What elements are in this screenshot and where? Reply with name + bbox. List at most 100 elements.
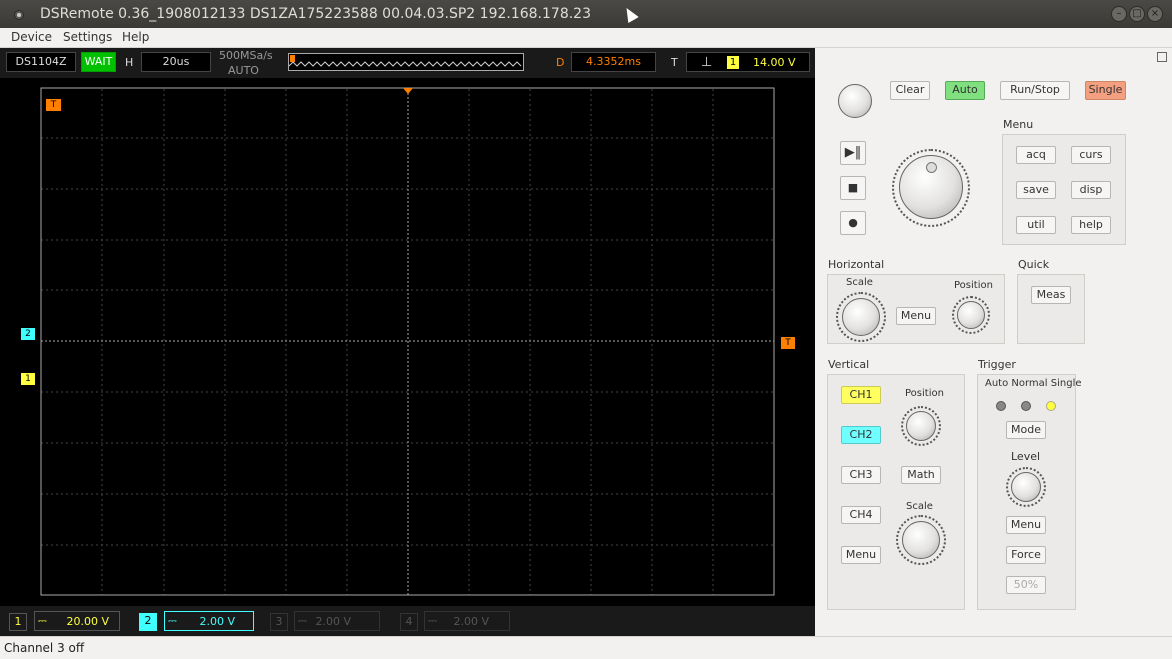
memory-depth-indicator xyxy=(288,53,524,71)
play-pause-icon[interactable]: ▶‖ xyxy=(840,141,866,165)
trigger-mode-button[interactable]: Mode xyxy=(1006,421,1046,439)
ch4-scale-value: 2.00 V xyxy=(453,615,489,628)
horizontal-menu-button[interactable]: Menu xyxy=(896,307,936,325)
force-button[interactable]: Force xyxy=(1006,546,1046,564)
ch2-button[interactable]: CH2 xyxy=(841,426,881,444)
trigger-level-value: 14.00 V xyxy=(753,56,796,69)
memory-waveform xyxy=(289,61,522,67)
ch2-offset-marker[interactable]: 2 xyxy=(21,328,35,340)
dc-coupling-icon: ⎓ xyxy=(428,614,437,627)
vertical-title: Vertical xyxy=(828,358,870,371)
record-icon[interactable]: ● xyxy=(840,211,866,235)
dc-coupling-icon: ⎓ xyxy=(38,614,47,627)
ch1-indicator[interactable]: 1 xyxy=(9,613,27,631)
vertical-position-label: Position xyxy=(905,388,944,399)
ch4-scale-box[interactable]: ⎓ 2.00 V xyxy=(424,611,510,631)
help-button[interactable]: help xyxy=(1071,216,1111,234)
trigger-single-led xyxy=(1046,401,1056,411)
close-icon[interactable]: × xyxy=(1147,6,1163,22)
menu-bar: Device Settings Help xyxy=(0,28,1172,48)
ch4-indicator[interactable]: 4 xyxy=(400,613,418,631)
save-button[interactable]: save xyxy=(1016,181,1056,199)
trigger-level-marker[interactable]: T xyxy=(781,337,795,349)
dc-coupling-icon: ⎓ xyxy=(168,614,177,627)
timebase-value: 20us xyxy=(141,52,211,72)
vertical-group xyxy=(827,374,965,610)
channel-bar: 1 ⎓ 20.00 V 2 ⎓ 2.00 V 3 ⎓ 2.00 V 4 ⎓ 2.… xyxy=(0,606,815,636)
window-title: DSRemote 0.36_1908012133 DS1ZA175223588 … xyxy=(40,6,591,22)
ch2-scale-value: 2.00 V xyxy=(199,615,235,628)
ch3-button[interactable]: CH3 xyxy=(841,466,881,484)
undock-icon[interactable] xyxy=(1157,52,1167,62)
memory-pointer xyxy=(290,55,295,62)
quick-group xyxy=(1017,274,1085,344)
vertical-menu-button[interactable]: Menu xyxy=(841,546,881,564)
trigger-label: T xyxy=(671,56,678,69)
vertical-scale-knob[interactable] xyxy=(902,521,940,559)
disp-button[interactable]: disp xyxy=(1071,181,1111,199)
run-stop-button[interactable]: Run/Stop xyxy=(1000,81,1070,100)
trigger-top-marker[interactable]: T xyxy=(46,99,61,111)
model-label: DS1104Z xyxy=(6,52,76,72)
ch2-indicator[interactable]: 2 xyxy=(139,613,157,631)
math-button[interactable]: Math xyxy=(901,466,941,484)
mouse-cursor-icon xyxy=(621,4,639,24)
trigger-menu-button[interactable]: Menu xyxy=(1006,516,1046,534)
vertical-position-knob[interactable] xyxy=(906,411,936,441)
trigger-normal-led xyxy=(1021,401,1031,411)
control-panel: Clear Auto Run/Stop Single ▶‖ ■ ● Menu a… xyxy=(815,48,1172,636)
navigate-knob[interactable] xyxy=(899,155,963,219)
ch1-scale-value: 20.00 V xyxy=(66,615,109,628)
ch3-scale-box[interactable]: ⎓ 2.00 V xyxy=(294,611,380,631)
meas-button[interactable]: Meas xyxy=(1031,286,1071,304)
ch1-offset-marker[interactable]: 1 xyxy=(21,373,35,385)
fifty-percent-button[interactable]: 50% xyxy=(1006,576,1046,594)
menu-settings[interactable]: Settings xyxy=(63,30,112,44)
delay-value: 4.3352ms xyxy=(571,52,656,72)
trigger-level-label: Level xyxy=(1011,450,1041,463)
horizontal-title: Horizontal xyxy=(828,258,885,271)
adjust-knob[interactable] xyxy=(838,84,872,118)
maximize-icon[interactable]: □ xyxy=(1129,6,1145,22)
horizontal-label: H xyxy=(125,56,134,69)
acq-button[interactable]: acq xyxy=(1016,146,1056,164)
trigger-channel-badge: 1 xyxy=(727,56,739,69)
acq-mode: AUTO xyxy=(228,64,259,77)
trigger-info: ⊥ 1 14.00 V xyxy=(686,52,810,72)
horizontal-position-label: Position xyxy=(954,280,993,291)
app-menu-icon[interactable] xyxy=(14,10,24,20)
ch1-button[interactable]: CH1 xyxy=(841,386,881,404)
info-bar: DS1104Z WAIT H 20us 500MSa/s AUTO D 4.33… xyxy=(0,48,815,78)
acq-state-badge: WAIT xyxy=(81,52,116,72)
menu-help[interactable]: Help xyxy=(122,30,149,44)
stop-icon[interactable]: ■ xyxy=(840,176,866,200)
knob-indicator xyxy=(926,162,937,173)
curs-button[interactable]: curs xyxy=(1071,146,1111,164)
trigger-mode-labels: Auto Normal Single xyxy=(985,378,1082,389)
trigger-level-knob[interactable] xyxy=(1011,472,1041,502)
horizontal-position-knob[interactable] xyxy=(957,301,985,329)
horizontal-scale-knob[interactable] xyxy=(842,298,880,336)
trigger-title: Trigger xyxy=(978,358,1016,371)
vertical-scale-label: Scale xyxy=(906,501,933,512)
ch3-indicator[interactable]: 3 xyxy=(270,613,288,631)
sample-rate: 500MSa/s xyxy=(219,49,273,62)
status-text: Channel 3 off xyxy=(4,641,85,655)
trigger-auto-led xyxy=(996,401,1006,411)
horizontal-scale-label: Scale xyxy=(846,277,873,288)
title-bar: DSRemote 0.36_1908012133 DS1ZA175223588 … xyxy=(0,0,1172,28)
scope-display[interactable]: T T 2 1 xyxy=(0,78,815,606)
ch4-button[interactable]: CH4 xyxy=(841,506,881,524)
ch1-scale-box[interactable]: ⎓ 20.00 V xyxy=(34,611,120,631)
single-button[interactable]: Single xyxy=(1085,81,1126,100)
util-button[interactable]: util xyxy=(1016,216,1056,234)
clear-button[interactable]: Clear xyxy=(890,81,930,100)
quick-title: Quick xyxy=(1018,258,1050,271)
ch3-scale-value: 2.00 V xyxy=(315,615,351,628)
auto-button[interactable]: Auto xyxy=(945,81,985,100)
delay-label: D xyxy=(556,56,565,69)
status-bar: Channel 3 off xyxy=(0,636,1172,659)
ch2-scale-box[interactable]: ⎓ 2.00 V xyxy=(164,611,254,631)
minimize-icon[interactable]: – xyxy=(1111,6,1127,22)
menu-device[interactable]: Device xyxy=(11,30,52,44)
